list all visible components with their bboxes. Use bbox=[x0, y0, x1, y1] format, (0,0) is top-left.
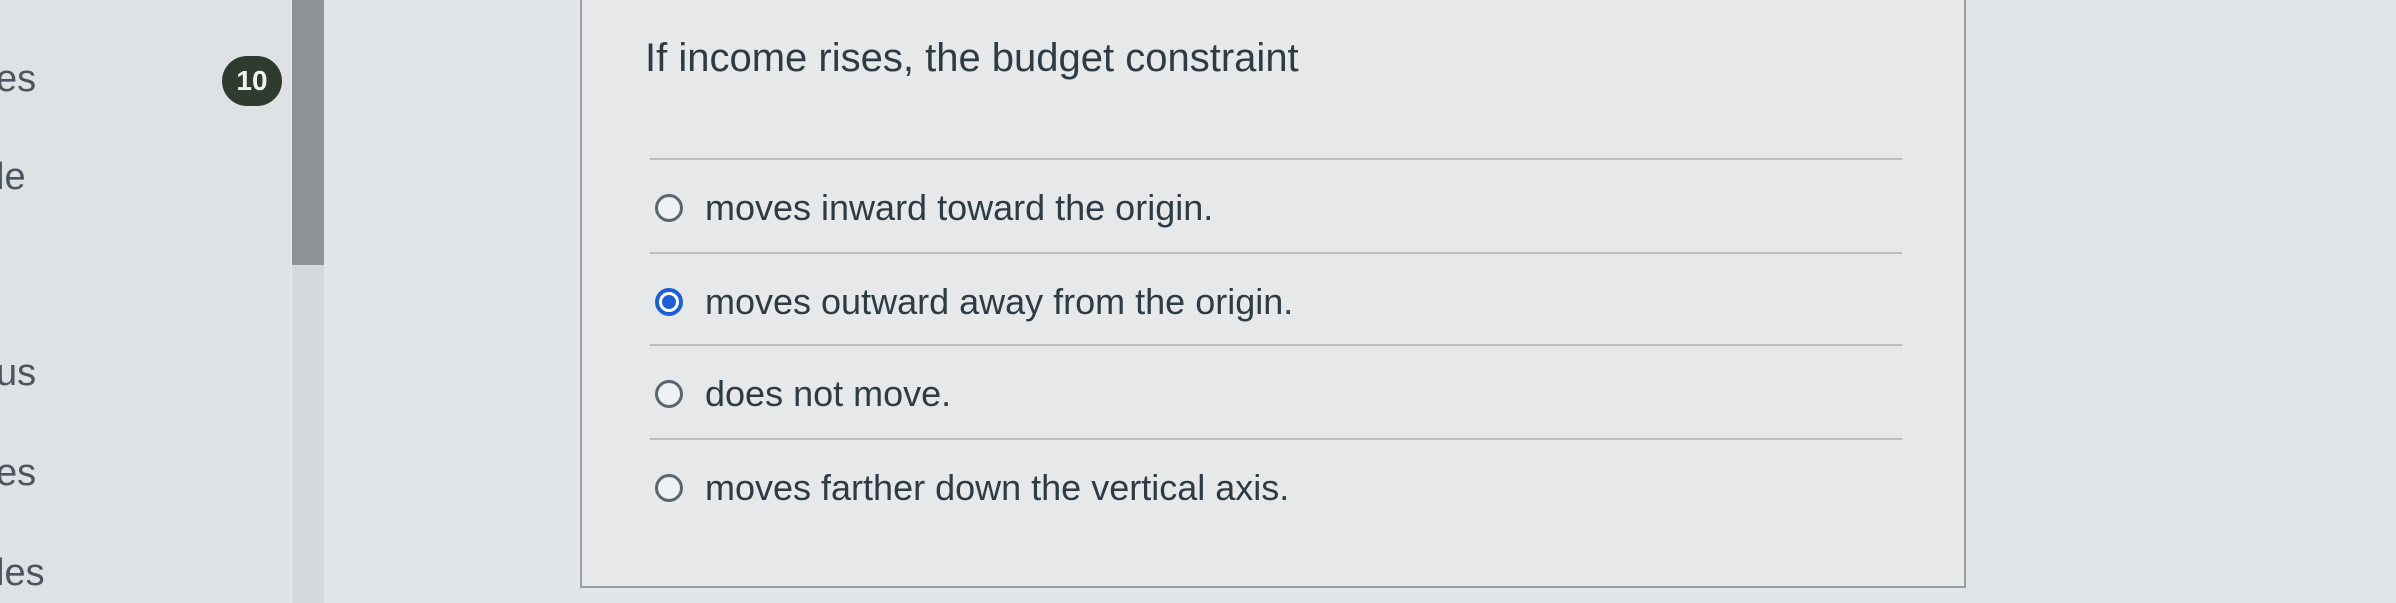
question-prompt: If income rises, the budget constraint bbox=[645, 36, 1299, 80]
answer-option-4[interactable]: moves farther down the vertical axis. bbox=[655, 458, 1289, 518]
answer-label: moves outward away from the origin. bbox=[705, 281, 1294, 322]
answer-label: moves inward toward the origin. bbox=[705, 187, 1214, 228]
radio-dot-icon bbox=[662, 295, 676, 309]
nav-item-3[interactable]: us bbox=[0, 352, 36, 395]
answer-option-3[interactable]: does not move. bbox=[655, 364, 951, 424]
sidebar-scrollbar-thumb[interactable] bbox=[292, 0, 324, 265]
answer-label: does not move. bbox=[705, 373, 952, 414]
divider bbox=[650, 344, 1902, 346]
radio-button-unselected[interactable] bbox=[655, 474, 683, 502]
nav-item-1[interactable]: es bbox=[0, 58, 36, 101]
answer-option-2[interactable]: moves outward away from the origin. bbox=[655, 272, 1293, 332]
nav-item-2[interactable]: le bbox=[0, 156, 26, 199]
answer-label: moves farther down the vertical axis. bbox=[705, 467, 1290, 508]
page-background-right bbox=[1966, 0, 2396, 603]
divider bbox=[650, 158, 1902, 160]
nav-item-5[interactable]: les bbox=[0, 552, 45, 595]
divider bbox=[650, 438, 1902, 440]
divider bbox=[650, 252, 1902, 254]
answer-option-1[interactable]: moves inward toward the origin. bbox=[655, 178, 1213, 238]
radio-button-selected[interactable] bbox=[655, 288, 683, 316]
question-number-badge: 10 bbox=[222, 56, 282, 106]
nav-item-4[interactable]: es bbox=[0, 452, 36, 495]
radio-button-unselected[interactable] bbox=[655, 380, 683, 408]
radio-button-unselected[interactable] bbox=[655, 194, 683, 222]
